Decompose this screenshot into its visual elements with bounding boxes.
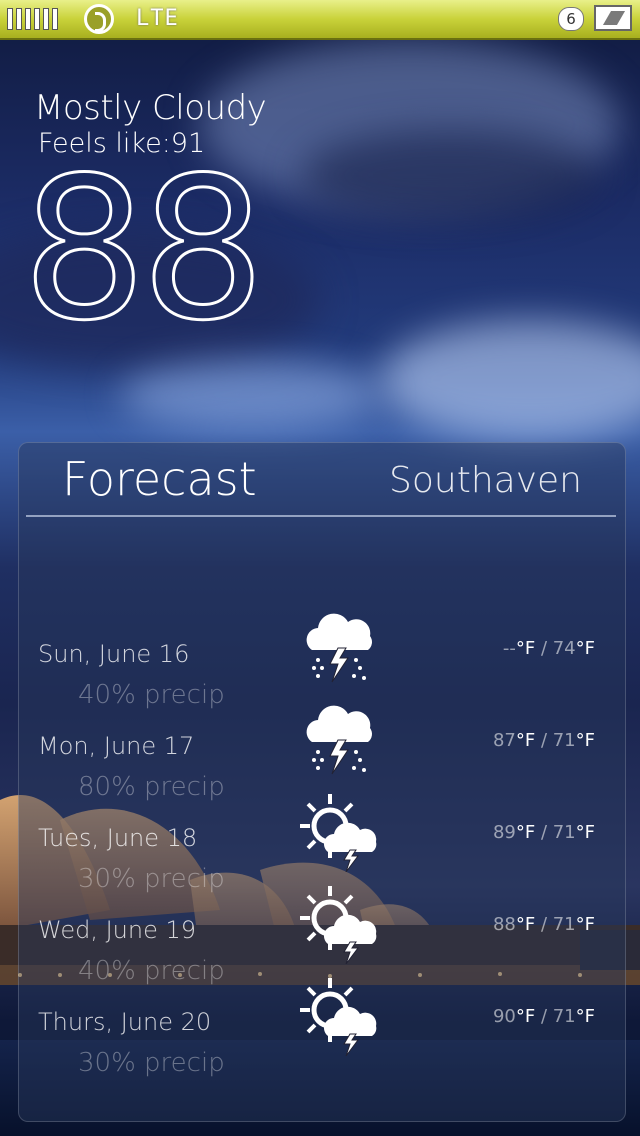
- forecast-day-label: Mon, June 17: [38, 732, 195, 760]
- signal-icon: [7, 4, 59, 34]
- current-condition: Mostly Cloudy: [34, 88, 267, 128]
- forecast-temps: 88°F / 71°F: [492, 914, 595, 935]
- forecast-temps: --°F / 74°F: [502, 638, 595, 659]
- forecast-precip: 80% precip: [78, 772, 225, 802]
- status-bar: LTE 6: [0, 0, 640, 40]
- chat-bubble-icon[interactable]: 6: [558, 7, 584, 31]
- network-type: LTE: [136, 6, 179, 31]
- current-temperature: 88: [20, 136, 266, 364]
- sun-cloud-thunder-icon: [298, 792, 380, 873]
- forecast-day-label: Tues, June 18: [38, 824, 198, 852]
- forecast-day-label: Wed, June 19: [38, 916, 197, 944]
- thunderstorm-rain-icon: [298, 608, 380, 688]
- app-logo-icon: [84, 4, 114, 34]
- sun-cloud-thunder-icon: [298, 976, 380, 1057]
- forecast-temps: 89°F / 71°F: [492, 822, 595, 843]
- forecast-city[interactable]: Southaven: [389, 460, 582, 501]
- sun-cloud-thunder-icon: [298, 884, 380, 965]
- divider: [26, 515, 616, 517]
- forecast-precip: 30% precip: [78, 864, 225, 894]
- thunderstorm-rain-icon: [298, 700, 380, 780]
- battery-charging-icon: [594, 5, 632, 31]
- forecast-title: Forecast: [62, 452, 257, 506]
- forecast-day-label: Sun, June 16: [38, 640, 190, 668]
- forecast-precip: 30% precip: [78, 1048, 225, 1078]
- forecast-temps: 87°F / 71°F: [492, 730, 595, 751]
- forecast-precip: 40% precip: [78, 680, 225, 710]
- forecast-precip: 40% precip: [78, 956, 225, 986]
- forecast-day-label: Thurs, June 20: [38, 1008, 212, 1036]
- forecast-temps: 90°F / 71°F: [492, 1006, 595, 1027]
